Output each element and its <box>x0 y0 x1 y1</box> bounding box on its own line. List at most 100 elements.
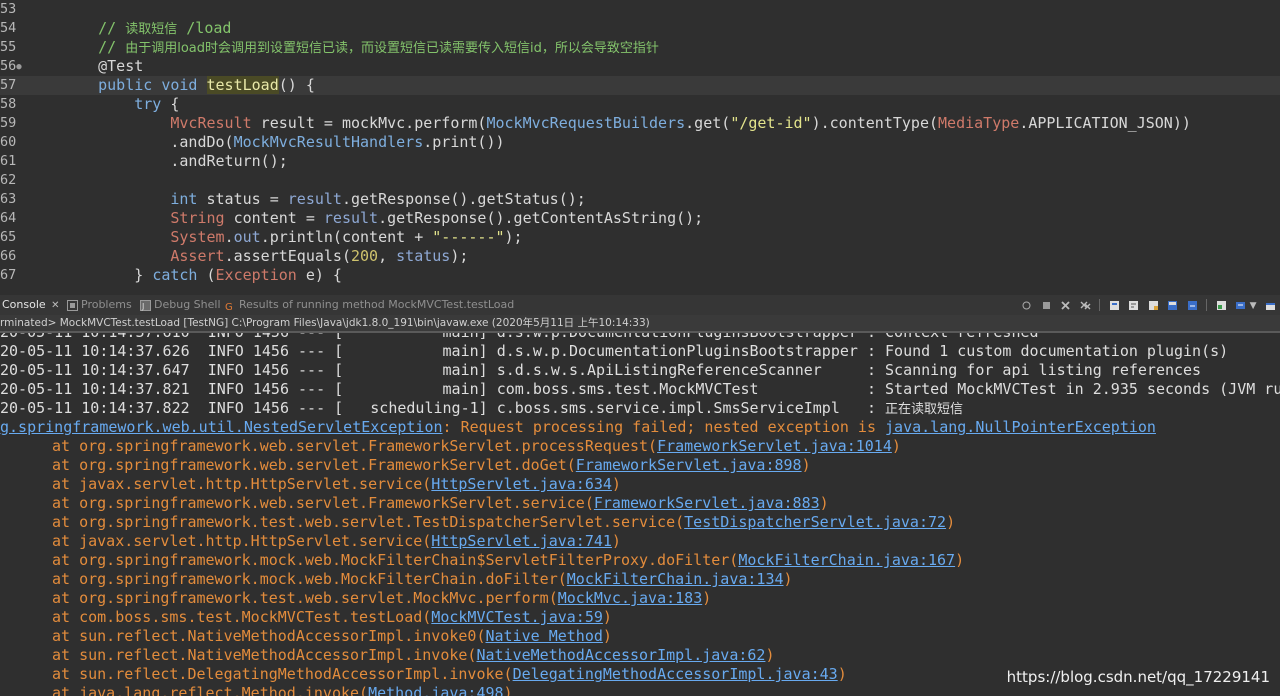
console-line: 20-05-11 10:14:37.821 INFO 1456 --- [ ma… <box>0 380 1280 399</box>
code-line[interactable]: 59 MvcResult result = mockMvc.perform(Mo… <box>0 114 1280 133</box>
code-line[interactable]: 65 System.out.println(content + "------"… <box>0 228 1280 247</box>
code-token: .getResponse().getContentAsString(); <box>378 209 704 227</box>
console-text: ) <box>819 494 829 512</box>
console-line: at javax.servlet.http.HttpServlet.servic… <box>52 475 621 494</box>
stacktrace-link[interactable]: Native Method <box>485 627 602 645</box>
stacktrace-link[interactable]: MockFilterChain.java:167 <box>738 551 955 569</box>
tab-debug-shell-label: Debug Shell <box>154 298 221 311</box>
code-line[interactable]: 63 int status = result.getResponse().get… <box>0 190 1280 209</box>
view-menu-icon[interactable] <box>1235 300 1246 311</box>
tab-debug-shell[interactable]: J Debug Shell <box>140 298 221 312</box>
code-line[interactable]: 54 // 读取短信 /load <box>0 19 1280 38</box>
console-text: ) <box>503 684 513 696</box>
code-editor[interactable]: 53 54 // 读取短信 /load 55 // 由于调用load时会调用到设置短… <box>0 0 1280 294</box>
stacktrace-link[interactable]: FrameworkServlet.java:1014 <box>657 437 892 455</box>
code-token: System <box>62 228 225 246</box>
line-number-text: 57 <box>0 77 17 93</box>
code-token: "------" <box>432 228 505 246</box>
console-output[interactable]: 20-05-11 10:14:37.610 INFO 1456 --- [ ma… <box>0 333 1280 696</box>
line-number-text: 66 <box>0 248 17 264</box>
console-text: 20-05-11 10:14:37.610 INFO 1456 --- [ ma… <box>0 333 1039 341</box>
code-text: String content = result.getResponse().ge… <box>62 209 703 228</box>
open-console-icon[interactable] <box>1187 300 1198 311</box>
console-line: at com.boss.sms.test.MockMVCTest.testLoa… <box>52 608 612 627</box>
code-token: @Test <box>62 57 144 75</box>
stacktrace-link[interactable]: DelegatingMethodAccessorImpl.java:43 <box>513 665 838 683</box>
breakpoint-marker-icon[interactable]: ● <box>16 62 21 72</box>
line-number: 61 <box>0 152 28 171</box>
console-text: at org.springframework.test.web.servlet.… <box>52 589 558 607</box>
chevron-down-icon[interactable]: ▼ <box>1250 301 1257 311</box>
stacktrace-link[interactable]: g.springframework.web.util.NestedServlet… <box>0 418 443 436</box>
code-token: ).contentType( <box>811 114 939 132</box>
word-wrap-icon[interactable] <box>1128 300 1139 311</box>
stacktrace-link[interactable]: FrameworkServlet.java:883 <box>594 494 820 512</box>
code-text: public void testLoad() { <box>62 76 315 95</box>
stacktrace-link[interactable]: TestDispatcherServlet.java:72 <box>684 513 946 531</box>
console-text: at org.springframework.test.web.servlet.… <box>52 513 685 531</box>
code-text: Assert.assertEquals(200, status); <box>62 247 468 266</box>
tab-console[interactable]: Console ✕ <box>2 298 60 312</box>
minimize-icon[interactable] <box>1265 300 1276 311</box>
display-console-icon[interactable] <box>1216 300 1227 311</box>
code-token: 由于调用load时会调用到设置短信已读，而设置短信已读需要传入短信id，所以会导… <box>125 41 659 56</box>
console-text: ) <box>702 589 712 607</box>
console-text: 20-05-11 10:14:37.626 INFO 1456 --- [ ma… <box>0 342 1229 360</box>
remove-all-icon[interactable] <box>1080 300 1091 311</box>
tab-test-results[interactable]: G Results of running method MockMVCTest.t… <box>225 298 514 312</box>
stacktrace-link[interactable]: HttpServlet.java:634 <box>431 475 612 493</box>
show-on-stderr-icon[interactable] <box>1167 300 1178 311</box>
code-line[interactable]: 55 // 由于调用load时会调用到设置短信已读，而设置短信已读需要传入短信i… <box>0 38 1280 57</box>
stacktrace-link[interactable]: HttpServlet.java:741 <box>431 532 612 550</box>
tab-problems[interactable]: Problems <box>67 298 132 312</box>
line-number-text: 62 <box>0 172 17 188</box>
stacktrace-link[interactable]: Method.java:498 <box>368 684 503 696</box>
code-line[interactable]: 66 Assert.assertEquals(200, status); <box>0 247 1280 266</box>
code-line[interactable]: 57 public void testLoad() { <box>0 76 1280 95</box>
line-number-text: 53 <box>0 1 17 17</box>
line-number-text: 60 <box>0 134 17 150</box>
show-on-stdout-icon[interactable] <box>1148 300 1159 311</box>
code-line[interactable]: 64 String content = result.getResponse()… <box>0 209 1280 228</box>
code-line[interactable]: 58 try { <box>0 95 1280 114</box>
code-line[interactable]: 61 .andReturn(); <box>0 152 1280 171</box>
line-number-text: 56 <box>0 58 17 74</box>
toolbar-separator <box>1099 299 1101 311</box>
stacktrace-link[interactable]: NativeMethodAccessorImpl.java:62 <box>476 646 765 664</box>
debug-shell-icon: J <box>140 299 151 311</box>
code-token: status <box>396 247 451 265</box>
code-token: e) { <box>296 266 342 284</box>
code-line[interactable]: 53 <box>0 0 1280 19</box>
scroll-lock-icon[interactable] <box>1109 300 1120 311</box>
console-line: at org.springframework.mock.web.MockFilt… <box>52 551 964 570</box>
stacktrace-link[interactable]: java.lang.NullPointerException <box>885 418 1156 436</box>
console-tab-bar: Console ✕ Problems J Debug Shell G Results… <box>0 295 1280 315</box>
pin-icon[interactable] <box>1021 300 1032 311</box>
console-text: at org.springframework.mock.web.MockFilt… <box>52 570 567 588</box>
stacktrace-link[interactable]: MockMVCTest.java:59 <box>431 608 603 626</box>
stacktrace-link[interactable]: FrameworkServlet.java:898 <box>576 456 802 474</box>
code-token: catch <box>152 266 198 284</box>
code-token: .println(content + <box>260 228 433 246</box>
code-token: MediaType <box>938 114 1020 132</box>
remove-launch-icon[interactable] <box>1060 300 1071 311</box>
code-line[interactable]: 67 } catch (Exception e) { <box>0 266 1280 285</box>
line-number: 63 <box>0 190 28 209</box>
console-line: 20-05-11 10:14:37.610 INFO 1456 --- [ ma… <box>0 333 1039 342</box>
code-line[interactable]: 62 <box>0 171 1280 190</box>
console-line: at org.springframework.web.servlet.Frame… <box>52 456 811 475</box>
console-text: 正在读取短信 <box>885 402 964 417</box>
close-icon[interactable]: ✕ <box>51 300 59 311</box>
problems-icon <box>67 299 78 311</box>
code-line[interactable]: 56● @Test <box>0 57 1280 76</box>
code-token: 200 <box>351 247 379 265</box>
code-token: . <box>224 228 234 246</box>
line-number: 54 <box>0 19 28 38</box>
console-text: 20-05-11 10:14:37.822 INFO 1456 --- [ sc… <box>0 399 886 417</box>
code-text: .andReturn(); <box>62 152 287 171</box>
stop-icon[interactable] <box>1041 300 1052 311</box>
stacktrace-link[interactable]: MockMvc.java:183 <box>558 589 703 607</box>
stacktrace-link[interactable]: MockFilterChain.java:134 <box>567 570 784 588</box>
code-line[interactable]: 60 .andDo(MockMvcResultHandlers.print()) <box>0 133 1280 152</box>
code-token: MockMvcResultHandlers <box>233 133 424 151</box>
